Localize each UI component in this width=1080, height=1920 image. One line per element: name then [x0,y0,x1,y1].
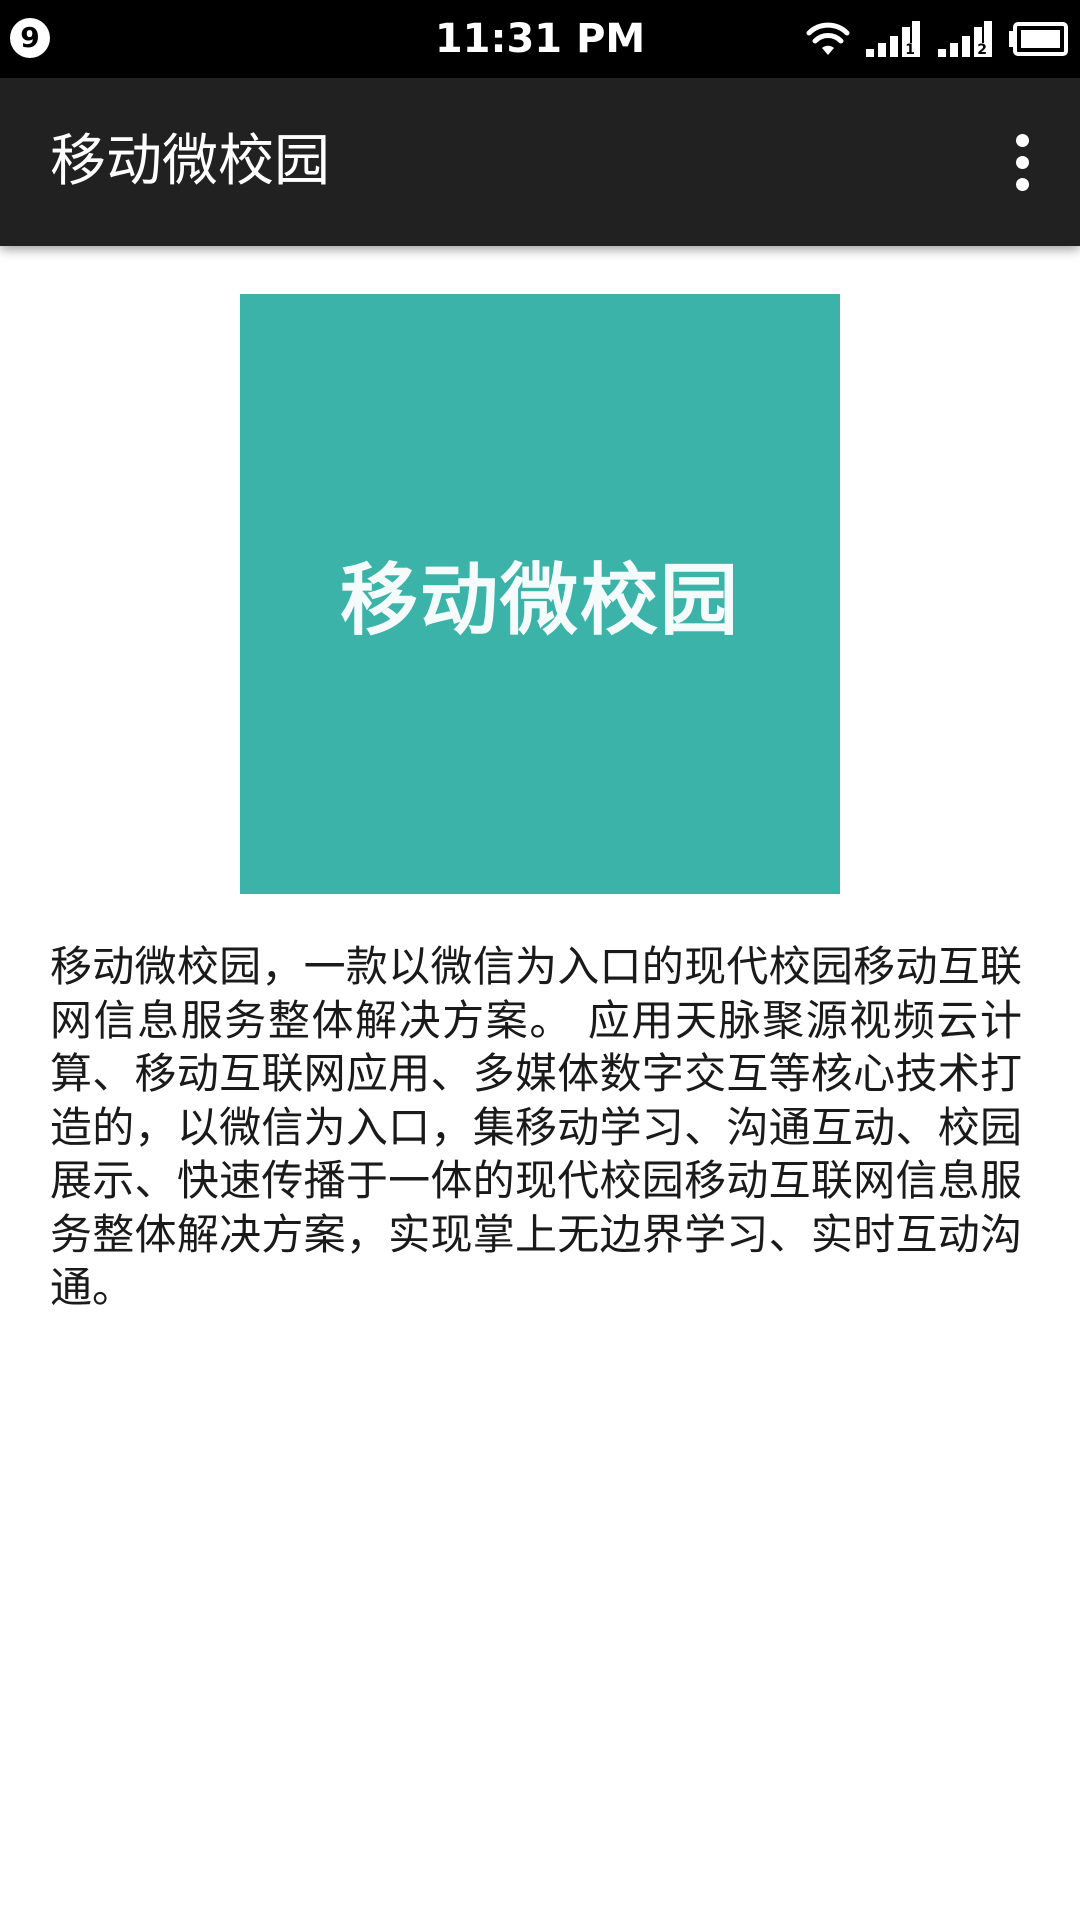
screen: 9 11:31 PM 1 2 移动微校园 移动微校园 移动微校园，一款以微信为入… [0,0,1080,1920]
menu-dot [1015,133,1029,147]
banner-image: 移动微校园 [240,294,840,894]
description-text: 移动微校园，一款以微信为入口的现代校园移动互联网信息服务整体解决方案。 应用天脉… [50,942,1022,1312]
status-bar: 9 11:31 PM 1 2 [0,0,1080,78]
battery-icon [1008,22,1068,56]
signal-sim1-icon: 1 [864,19,922,59]
overflow-menu-icon[interactable] [990,122,1054,202]
sim2-label: 2 [976,42,988,58]
menu-dot [1015,177,1029,191]
app-title: 移动微校园 [50,129,330,194]
app-bar: 移动微校园 [0,78,1080,246]
menu-dot [1015,155,1029,169]
signal-sim2-icon: 2 [936,19,994,59]
status-icons: 1 2 [806,14,1068,64]
wifi-icon [806,21,850,57]
banner-text: 移动微校园 [339,556,740,646]
sim1-label: 1 [904,42,916,58]
